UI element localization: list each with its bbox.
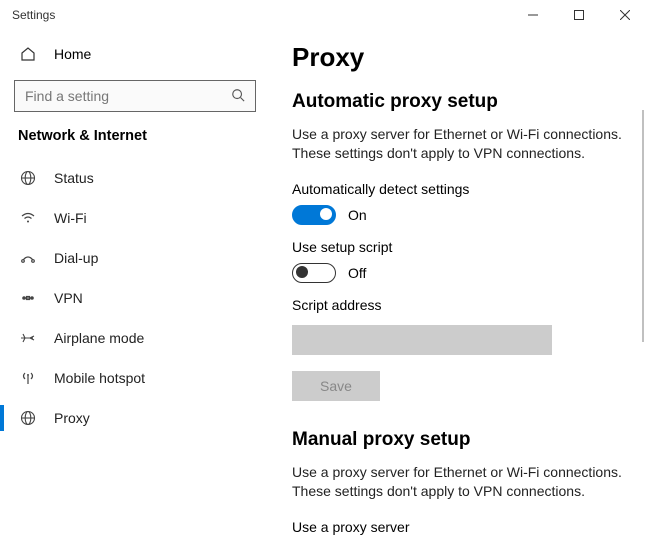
manual-heading: Manual proxy setup <box>292 429 626 451</box>
sidebar-item-label: Proxy <box>54 410 90 426</box>
proxy-icon <box>18 410 38 426</box>
auto-description: Use a proxy server for Ethernet or Wi-Fi… <box>292 125 626 163</box>
sidebar-item-label: Dial-up <box>54 250 98 266</box>
sidebar-item-hotspot[interactable]: Mobile hotspot <box>0 358 270 398</box>
search-icon <box>231 88 245 105</box>
sidebar-item-label: VPN <box>54 290 83 306</box>
setup-script-toggle[interactable] <box>292 263 336 283</box>
save-button-label: Save <box>320 378 352 394</box>
sidebar-item-dialup[interactable]: Dial-up <box>0 238 270 278</box>
airplane-icon <box>18 330 38 346</box>
manual-description: Use a proxy server for Ethernet or Wi-Fi… <box>292 463 626 501</box>
page-title: Proxy <box>292 42 626 73</box>
sidebar-item-status[interactable]: Status <box>0 158 270 198</box>
wifi-icon <box>18 210 38 226</box>
content-pane: Proxy Automatic proxy setup Use a proxy … <box>270 30 648 542</box>
nav-home-label: Home <box>54 46 91 62</box>
maximize-button[interactable] <box>556 0 602 30</box>
vpn-icon <box>18 290 38 306</box>
auto-detect-toggle[interactable] <box>292 205 336 225</box>
auto-detect-state: On <box>348 207 367 223</box>
dialup-icon <box>18 250 38 266</box>
sidebar-item-label: Wi-Fi <box>54 210 87 226</box>
sidebar-item-airplane[interactable]: Airplane mode <box>0 318 270 358</box>
nav-home[interactable]: Home <box>0 34 270 74</box>
home-icon <box>18 46 38 62</box>
minimize-button[interactable] <box>510 0 556 30</box>
search-box[interactable] <box>14 80 256 112</box>
sidebar-item-wifi[interactable]: Wi-Fi <box>0 198 270 238</box>
sidebar-item-label: Mobile hotspot <box>54 370 145 386</box>
use-proxy-label: Use a proxy server <box>292 519 626 535</box>
globe-icon <box>18 170 38 186</box>
hotspot-icon <box>18 370 38 386</box>
script-address-input[interactable] <box>292 325 552 355</box>
sidebar-section-label: Network & Internet <box>0 124 270 158</box>
sidebar-item-proxy[interactable]: Proxy <box>0 398 270 438</box>
auto-detect-label: Automatically detect settings <box>292 181 626 197</box>
setup-script-state: Off <box>348 265 366 281</box>
scrollbar[interactable] <box>642 110 644 342</box>
save-button[interactable]: Save <box>292 371 380 401</box>
window-title: Settings <box>12 8 55 22</box>
script-address-label: Script address <box>292 297 626 313</box>
search-input[interactable] <box>25 88 231 104</box>
titlebar: Settings <box>0 0 648 30</box>
sidebar-item-label: Status <box>54 170 94 186</box>
close-button[interactable] <box>602 0 648 30</box>
setup-script-label: Use setup script <box>292 239 626 255</box>
auto-heading: Automatic proxy setup <box>292 91 626 113</box>
sidebar-item-vpn[interactable]: VPN <box>0 278 270 318</box>
sidebar: Home Network & Internet <box>0 30 270 542</box>
sidebar-item-label: Airplane mode <box>54 330 144 346</box>
